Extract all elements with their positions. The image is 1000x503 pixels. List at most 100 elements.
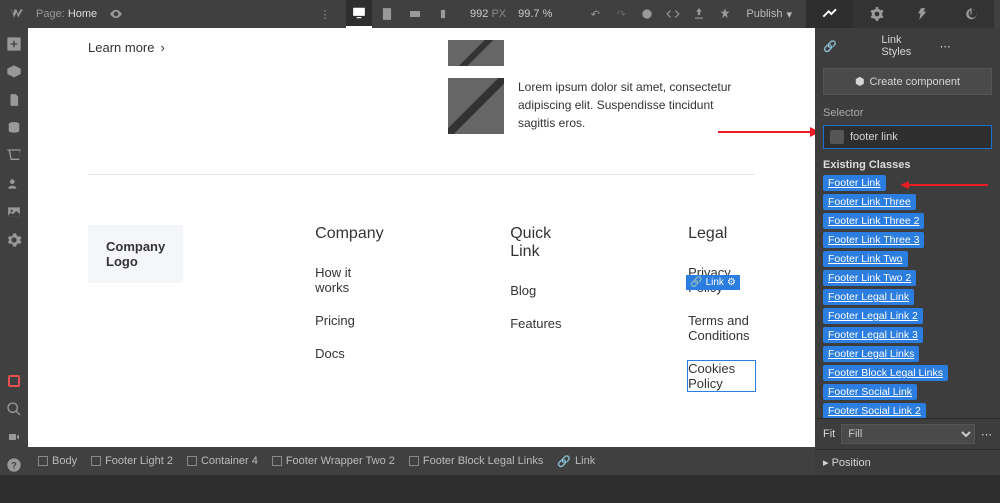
crumb-footer-block[interactable]: Footer Block Legal Links bbox=[405, 453, 547, 469]
crumb-container[interactable]: Container 4 bbox=[183, 453, 262, 469]
selector-label: Selector bbox=[815, 99, 1000, 123]
device-switcher bbox=[346, 0, 456, 28]
card-thumbnail bbox=[448, 40, 504, 66]
class-tag[interactable]: Footer Link Three 2 bbox=[823, 213, 924, 229]
style-tab-icon[interactable] bbox=[806, 0, 853, 28]
more-icon[interactable]: ⋯ bbox=[981, 428, 992, 441]
company-logo: Company Logo bbox=[88, 225, 183, 283]
footer-link[interactable]: Pricing bbox=[315, 313, 383, 328]
card-item bbox=[448, 40, 738, 66]
footer-link[interactable]: Blog bbox=[510, 283, 561, 298]
fit-select[interactable]: Fill bbox=[841, 424, 975, 444]
assets-icon[interactable] bbox=[4, 202, 24, 222]
more-icon[interactable]: ⋯ bbox=[940, 40, 992, 53]
crumb-footer-wrapper[interactable]: Footer Wrapper Two 2 bbox=[268, 453, 399, 469]
footer-link[interactable]: Features bbox=[510, 316, 561, 331]
class-tag[interactable]: Footer Block Legal Links bbox=[823, 365, 948, 381]
canvas[interactable]: Learn more › Lorem ipsum dolor sit amet,… bbox=[28, 28, 815, 447]
chevron-right-icon: › bbox=[160, 40, 164, 55]
learn-more-link[interactable]: Learn more › bbox=[88, 40, 165, 55]
selector-icon bbox=[830, 130, 844, 144]
comments-icon[interactable] bbox=[636, 3, 658, 25]
publish-button[interactable]: Publish ▾ bbox=[746, 8, 792, 21]
device-desktop-icon[interactable] bbox=[346, 0, 372, 28]
top-toolbar: Page: Home ⋮ 992 PX 99.7 % ↶ ↷ Publish ▾ bbox=[0, 0, 1000, 28]
crumb-link[interactable]: 🔗Link bbox=[553, 453, 599, 470]
export-icon[interactable] bbox=[688, 3, 710, 25]
canvas-area: Learn more › Lorem ipsum dolor sit amet,… bbox=[28, 28, 815, 475]
class-tag[interactable]: Footer Link Three 3 bbox=[823, 232, 924, 248]
create-component-button[interactable]: ⬢Create component bbox=[823, 68, 992, 95]
footer-col-company: Company How it works Pricing Docs bbox=[315, 225, 383, 391]
class-tag[interactable]: Footer Link Two bbox=[823, 251, 908, 267]
navigator-icon[interactable] bbox=[4, 62, 24, 82]
more-icon[interactable]: ⋮ bbox=[314, 3, 336, 25]
existing-classes-list: Footer Link Footer Link Three Footer Link … bbox=[815, 175, 1000, 418]
link-icon: 🔗 bbox=[690, 277, 702, 288]
class-tag[interactable]: Footer Legal Link 2 bbox=[823, 308, 923, 324]
style-manager-tab-icon[interactable] bbox=[900, 0, 947, 28]
settings-icon[interactable] bbox=[4, 230, 24, 250]
footer-link[interactable]: Docs bbox=[315, 346, 383, 361]
svg-text:?: ? bbox=[11, 460, 17, 470]
footer-col-quick: Quick Link Blog Features bbox=[510, 225, 561, 391]
component-icon: ⬢ bbox=[855, 75, 865, 88]
code-icon[interactable] bbox=[662, 3, 684, 25]
device-tablet-icon[interactable] bbox=[374, 0, 400, 28]
search-icon[interactable] bbox=[4, 399, 24, 419]
device-tablet-landscape-icon[interactable] bbox=[402, 0, 428, 28]
card-description: Lorem ipsum dolor sit amet, consectetur … bbox=[518, 78, 738, 134]
class-tag[interactable]: Footer Social Link 2 bbox=[823, 403, 926, 418]
card-thumbnail bbox=[448, 78, 504, 134]
cms-icon[interactable] bbox=[4, 118, 24, 138]
class-tag[interactable]: Footer Legal Link 3 bbox=[823, 327, 923, 343]
audit-icon[interactable] bbox=[714, 3, 736, 25]
eye-icon[interactable] bbox=[105, 3, 127, 25]
redo-icon[interactable]: ↷ bbox=[610, 3, 632, 25]
style-panel: 🔗 Link Styles ⋯ ⬢Create component Select… bbox=[815, 28, 1000, 475]
crumb-body[interactable]: Body bbox=[34, 453, 81, 469]
class-tag[interactable]: Footer Link Two 2 bbox=[823, 270, 916, 286]
class-tag[interactable]: Footer Social Link bbox=[823, 384, 917, 400]
card-item: Lorem ipsum dolor sit amet, consectetur … bbox=[448, 78, 738, 134]
users-icon[interactable] bbox=[4, 174, 24, 194]
undo-icon[interactable]: ↶ bbox=[584, 3, 606, 25]
annotation-arrow bbox=[718, 131, 815, 133]
webflow-logo-icon[interactable] bbox=[6, 3, 28, 25]
selected-element-badge[interactable]: 🔗Link ⚙ bbox=[686, 275, 740, 290]
position-section[interactable]: ▸ Position bbox=[815, 449, 1000, 475]
record-icon[interactable] bbox=[4, 371, 24, 391]
link-icon: 🔗 bbox=[557, 455, 571, 468]
footer-link[interactable]: Terms and Conditions bbox=[688, 313, 755, 343]
left-toolbar: ? bbox=[0, 28, 28, 475]
settings-tab-icon[interactable] bbox=[853, 0, 900, 28]
style-panel-header: 🔗 Link Styles ⋯ bbox=[815, 28, 1000, 64]
video-icon[interactable] bbox=[4, 427, 24, 447]
pages-icon[interactable] bbox=[4, 90, 24, 110]
canvas-width: 992 PX bbox=[470, 8, 506, 20]
class-tag[interactable]: Footer Legal Link bbox=[823, 289, 914, 305]
class-tag[interactable]: Footer Legal Links bbox=[823, 346, 919, 362]
annotation-arrow bbox=[908, 184, 988, 186]
link-icon: 🔗 bbox=[823, 40, 875, 53]
right-panel-tabs bbox=[806, 0, 994, 28]
canvas-zoom: 99.7 % bbox=[518, 8, 552, 20]
interactions-tab-icon[interactable] bbox=[947, 0, 994, 28]
page-label: Page: Home bbox=[32, 8, 101, 20]
breadcrumb-bar: Body Footer Light 2 Container 4 Footer W… bbox=[28, 447, 815, 475]
help-icon[interactable]: ? bbox=[4, 455, 24, 475]
footer-link[interactable]: How it works bbox=[315, 265, 383, 295]
device-mobile-icon[interactable] bbox=[430, 0, 456, 28]
crumb-footer-light[interactable]: Footer Light 2 bbox=[87, 453, 177, 469]
selector-input[interactable]: footer link bbox=[823, 125, 992, 149]
fit-row: Fit Fill ⋯ bbox=[815, 418, 1000, 449]
gear-icon[interactable]: ⚙ bbox=[727, 277, 736, 288]
existing-classes-label: Existing Classes bbox=[815, 151, 1000, 175]
ecommerce-icon[interactable] bbox=[4, 146, 24, 166]
class-tag[interactable]: Footer Link Three bbox=[823, 194, 916, 210]
footer-block: Company Logo Company How it works Pricin… bbox=[88, 225, 755, 391]
class-tag[interactable]: Footer Link bbox=[823, 175, 886, 191]
footer-col-legal: Legal Privacy Policy 🔗Link ⚙ Terms and C… bbox=[688, 225, 755, 391]
footer-link-selected[interactable]: Cookies Policy bbox=[688, 361, 755, 391]
add-element-icon[interactable] bbox=[4, 34, 24, 54]
